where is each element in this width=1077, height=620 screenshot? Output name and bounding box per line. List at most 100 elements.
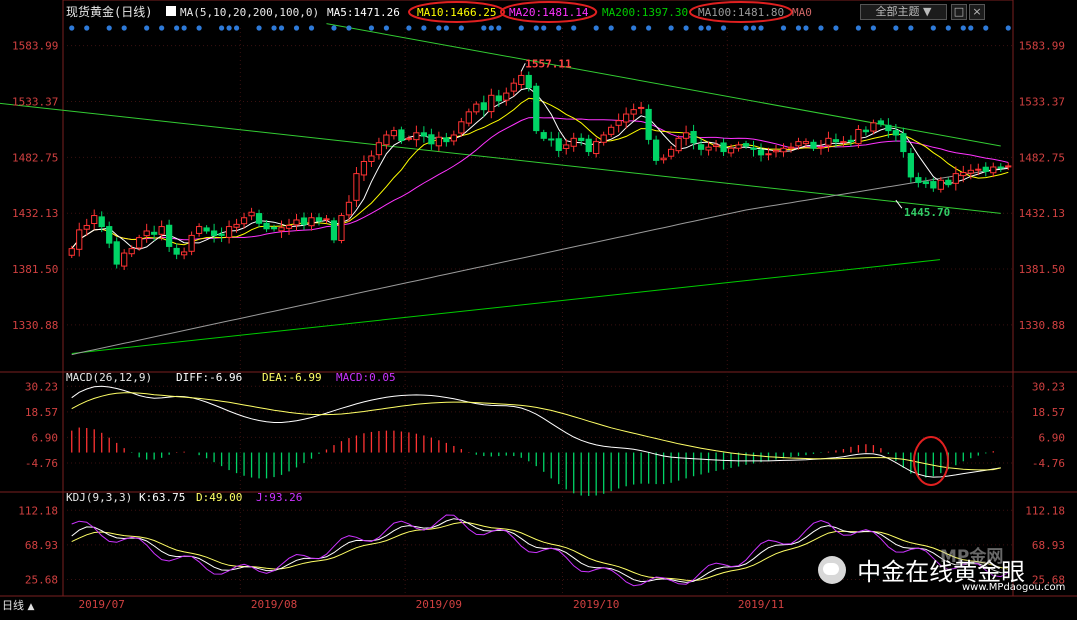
macd-tick-left: 6.90 — [32, 431, 59, 444]
event-dot — [308, 25, 315, 31]
candle-body — [450, 134, 457, 142]
macd-tick-right: 30.23 — [1032, 380, 1065, 393]
ma-legend-item: MA200:1397.30 — [602, 6, 688, 19]
candle-body — [375, 142, 383, 156]
event-dot — [698, 25, 704, 31]
event-dot — [346, 25, 352, 31]
candle-body — [952, 173, 959, 184]
candle-body — [682, 132, 690, 139]
event-dot — [533, 25, 539, 31]
candle-body — [210, 230, 218, 236]
event-dot — [496, 25, 502, 31]
candle-body — [945, 179, 952, 186]
candle-body — [398, 129, 405, 142]
candle-body — [255, 213, 263, 224]
ma-params-label: MA(5,10,20,200,100,0) — [180, 6, 319, 19]
macd-dea-label: DEA:-6.99 — [262, 371, 322, 384]
candle-body — [757, 149, 765, 156]
ma100-line — [71, 166, 1009, 356]
candle-body — [690, 130, 697, 144]
event-dot — [144, 25, 150, 31]
candle-body — [900, 133, 907, 153]
macd-tick-right: 18.57 — [1032, 406, 1065, 419]
event-dot — [960, 25, 966, 31]
close-icon: × — [972, 5, 982, 18]
price-tick-left: 1482.75 — [12, 151, 58, 164]
candle-body — [383, 134, 390, 146]
event-dot — [218, 25, 225, 31]
candle-body — [390, 130, 398, 137]
candle-body — [630, 109, 637, 115]
candle-body — [158, 226, 165, 235]
candle-body — [578, 137, 585, 142]
trend-channel-line — [0, 102, 1001, 214]
event-dot — [968, 25, 974, 31]
candle-body — [248, 211, 255, 217]
wechat-icon — [818, 555, 846, 584]
price-tick-right: 1381.50 — [1019, 263, 1065, 276]
candle-body — [121, 252, 128, 267]
candle-body — [503, 92, 510, 101]
price-tick-right: 1533.37 — [1019, 96, 1065, 109]
candle-body — [435, 136, 442, 147]
kdj-tick-right: 112.18 — [1025, 504, 1065, 517]
candle-body — [353, 173, 360, 201]
x-tick-label: 2019/09 — [416, 598, 462, 611]
candle-body — [802, 141, 810, 145]
candle-body — [712, 144, 720, 147]
candle-body — [735, 144, 742, 149]
event-dot — [705, 25, 712, 31]
event-dot — [750, 25, 757, 31]
candle-body — [173, 247, 180, 255]
event-dot — [870, 25, 876, 31]
candle-body — [360, 160, 368, 176]
x-tick-label: 2019/08 — [251, 598, 297, 611]
candle-body — [570, 137, 577, 147]
minimize-button[interactable]: □ — [951, 4, 967, 20]
candle-body — [203, 227, 210, 232]
candle-body — [787, 146, 795, 149]
macd-diff-label: DIFF:-6.96 — [176, 371, 242, 384]
candle-body — [128, 248, 135, 255]
macd-tick-left: 18.57 — [25, 406, 58, 419]
event-dot — [406, 25, 412, 31]
price-tick-left: 1432.13 — [12, 207, 58, 220]
ma-legend-item: MA100:1481.80 — [698, 6, 784, 19]
candle-body — [315, 217, 323, 222]
event-dot — [1005, 25, 1011, 31]
macd-params-label: MACD(26,12,9) — [66, 371, 152, 384]
candle-body — [660, 157, 667, 161]
macd-panel — [71, 385, 1001, 496]
ma20-line — [71, 116, 1009, 249]
high-marker-label: 1557.11 — [525, 57, 572, 70]
candle-body — [270, 226, 278, 230]
price-tick-left: 1583.99 — [12, 40, 58, 53]
price-tick-right: 1330.88 — [1019, 319, 1065, 332]
candle-body — [645, 108, 652, 140]
watermark-url: www.MPdaogou.com — [962, 582, 1065, 593]
event-dot — [945, 25, 951, 31]
event-dot — [668, 25, 674, 31]
candle-body — [338, 215, 345, 241]
candle-body — [413, 132, 420, 141]
candle-body — [473, 103, 480, 113]
candle-body — [1005, 165, 1012, 168]
event-dot — [780, 25, 787, 31]
period-tab-label: 日线 — [2, 599, 24, 612]
candle-body — [368, 155, 375, 162]
candle-body — [720, 142, 727, 153]
candle-body — [832, 139, 840, 143]
candle-body — [967, 169, 974, 174]
event-dot — [541, 25, 547, 31]
candle-body — [345, 201, 353, 216]
candle-body — [278, 227, 285, 232]
theme-dropdown-button[interactable]: 全部主题 ▼ — [860, 4, 947, 20]
event-dot — [646, 25, 652, 31]
event-dot — [181, 25, 187, 31]
close-button[interactable]: × — [969, 4, 985, 20]
candle-body — [240, 217, 248, 225]
candle-body — [667, 148, 675, 157]
candle-body — [705, 146, 712, 151]
period-tab-daily[interactable]: 日线 ▲ — [2, 597, 34, 613]
candle-body — [285, 224, 293, 229]
